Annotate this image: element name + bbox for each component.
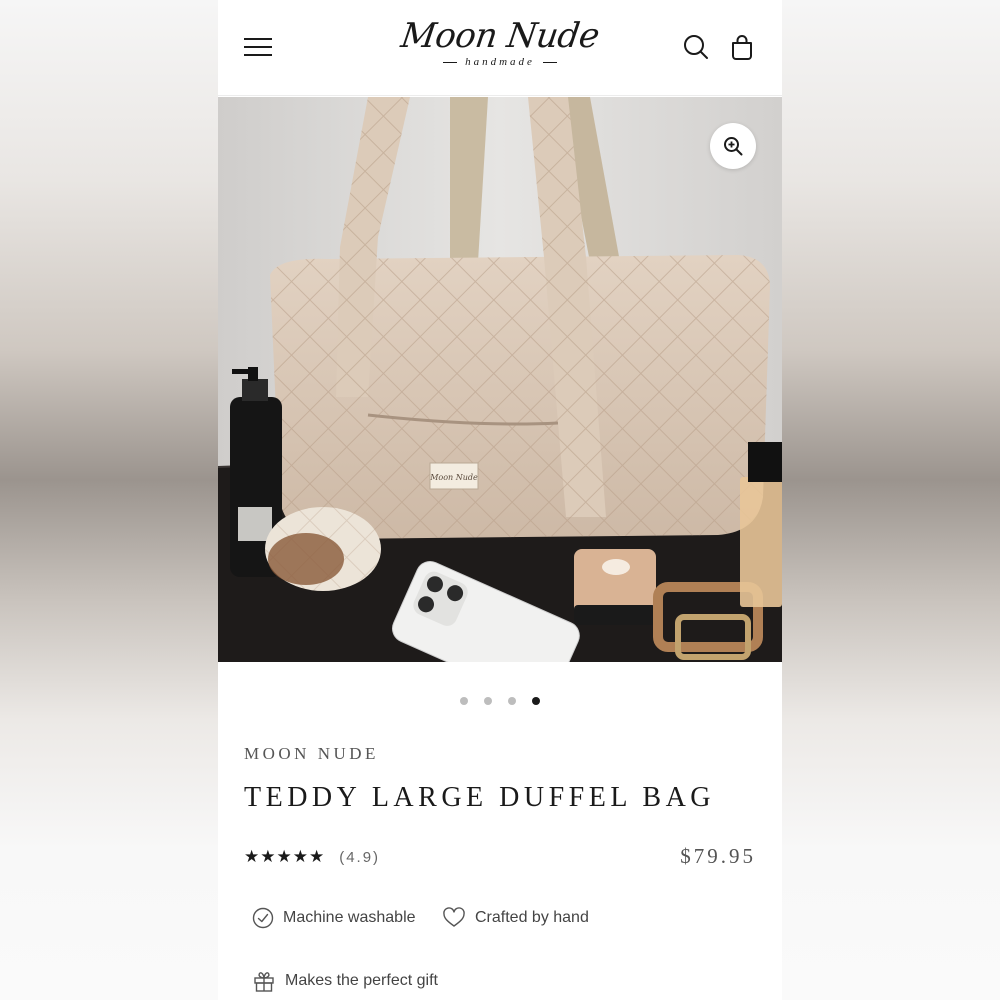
product-image[interactable]: Moon Nude [218,97,782,662]
feature-label: Makes the perfect gift [285,972,438,989]
product-rating[interactable]: ★★★★★ (4.9) [244,846,380,868]
search-button[interactable] [681,32,711,62]
carousel-dot-4[interactable] [532,697,540,705]
zoom-button[interactable] [710,123,756,169]
product-title: TEDDY LARGE DUFFEL BAG [244,782,716,813]
feature-machine-washable: Machine washable [252,905,416,931]
rating-value: (4.9) [339,848,381,866]
carousel-dots [218,690,782,705]
menu-icon [244,38,272,40]
zoom-in-icon [724,137,743,156]
carousel-dot-2[interactable] [484,697,492,705]
feature-perfect-gift: Makes the perfect gift [252,968,438,994]
check-circle-icon [252,907,274,929]
feature-label: Crafted by hand [475,909,589,926]
product-brand[interactable]: MOON NUDE [244,744,379,764]
heart-icon [443,907,465,927]
search-icon [684,35,708,59]
gift-icon [254,972,274,992]
product-price: $79.95 [680,844,756,868]
logo-script: Moon Nude [398,16,602,56]
shopping-bag-icon [732,35,752,60]
feature-crafted-by-hand: Crafted by hand [442,905,589,931]
carousel-dot-3[interactable] [508,697,516,705]
teddy-duffel-photo: Moon Nude [218,97,782,662]
mobile-viewport: Moon Nude handmade Moon Nude MOON NUDE T… [218,0,782,1000]
carousel-dot-1[interactable] [460,697,468,705]
bag-label-tag: Moon Nude [429,473,478,482]
feature-label: Machine washable [283,909,416,926]
logo[interactable]: Moon Nude handmade [398,14,602,82]
cart-button[interactable] [727,32,757,62]
menu-button[interactable] [244,36,272,58]
rating-stars: ★★★★★ [244,847,326,867]
site-header: Moon Nude handmade [218,0,782,96]
